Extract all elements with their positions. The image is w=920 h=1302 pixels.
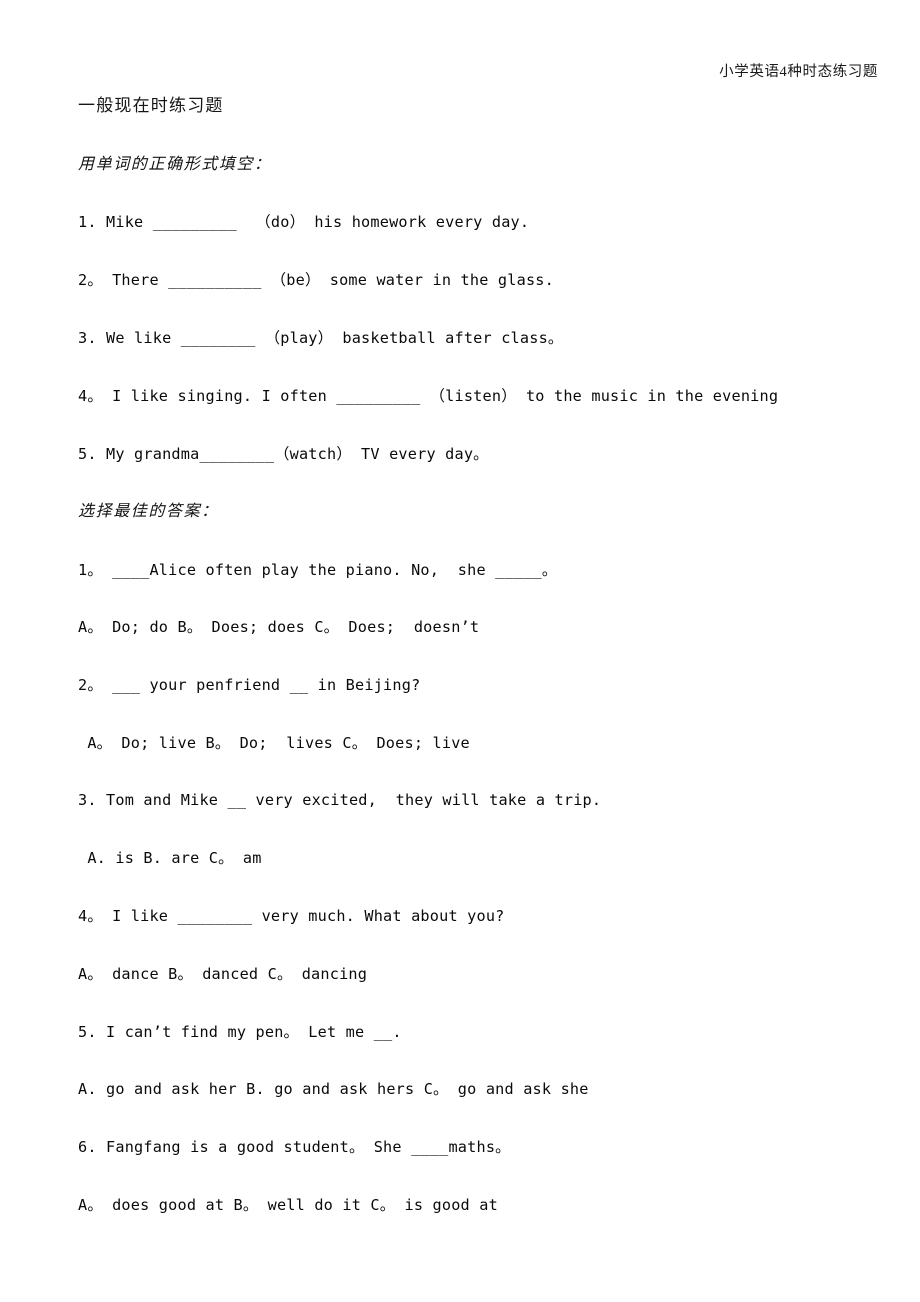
running-header: 小学英语4种时态练习题 <box>719 64 878 80</box>
section-1-instruction: 用单词的正确形式填空： <box>78 154 272 173</box>
choice-question-4-stem: 4。 I like ________ very much. What about… <box>78 907 505 925</box>
choice-question-5-options: A. go and ask her B. go and ask hers C。 … <box>78 1080 589 1098</box>
choice-question-1-options: A。 Do; do B。 Does; does C。 Does; doesn’t <box>78 618 480 636</box>
choice-question-5-stem: 5. I can’t find my pen。 Let me __. <box>78 1023 402 1041</box>
fill-blank-item-4: 4。 I like singing. I often _________ （li… <box>78 387 779 405</box>
choice-question-3-stem: 3. Tom and Mike __ very excited, they wi… <box>78 791 602 809</box>
fill-blank-item-1: 1. Mike _________ （do） his homework ever… <box>78 213 530 231</box>
fill-blank-item-3: 3. We like ________ （play） basketball af… <box>78 329 564 347</box>
choice-question-3-options: A. is B. are C。 am <box>78 849 262 867</box>
document-page: 小学英语4种时态练习题 一般现在时练习题 用单词的正确形式填空： 1. Mike… <box>0 0 920 1302</box>
choice-question-6-stem: 6. Fangfang is a good student。 She ____m… <box>78 1138 511 1156</box>
fill-blank-item-2: 2。 There __________ （be） some water in t… <box>78 271 554 289</box>
choice-question-2-options: A。 Do; live B。 Do; lives C。 Does; live <box>78 734 470 752</box>
page-title: 一般现在时练习题 <box>78 96 224 115</box>
choice-question-1-stem: 1。 ____Alice often play the piano. No, s… <box>78 561 558 579</box>
choice-question-6-options: A。 does good at B。 well do it C。 is good… <box>78 1196 498 1214</box>
section-2-instruction: 选择最佳的答案： <box>78 501 219 520</box>
choice-question-4-options: A。 dance B。 danced C。 dancing <box>78 965 368 983</box>
choice-question-2-stem: 2。 ___ your penfriend __ in Beijing? <box>78 676 421 694</box>
fill-blank-item-5: 5. My grandma________（watch） TV every da… <box>78 445 489 463</box>
